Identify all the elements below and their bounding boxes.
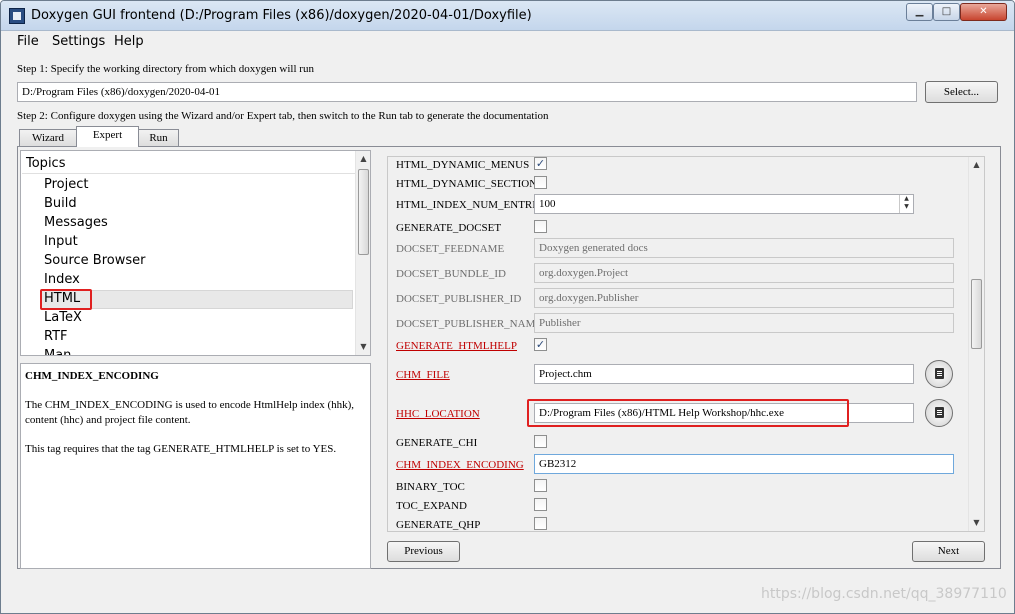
checkbox-html-dynamic-menus[interactable]: ✓: [534, 157, 547, 170]
menu-settings[interactable]: Settings: [52, 34, 105, 49]
scroll-up-arrow-icon[interactable]: ▲: [969, 157, 984, 173]
chm-file-browse-button[interactable]: [925, 360, 953, 388]
docset-publisher-id-field[interactable]: org.doxygen.Publisher: [534, 288, 954, 308]
tab-wizard[interactable]: Wizard: [19, 129, 77, 147]
scroll-down-arrow-icon[interactable]: ▼: [969, 515, 984, 531]
previous-button[interactable]: Previous: [387, 541, 460, 562]
topics-scroll-thumb[interactable]: [358, 169, 369, 255]
label-docset-publisher-name: DOCSET_PUBLISHER_NAME: [396, 318, 543, 330]
checkbox-generate-chi[interactable]: [534, 435, 547, 448]
next-button[interactable]: Next: [912, 541, 985, 562]
label-generate-chi: GENERATE_CHI: [396, 437, 478, 449]
topic-item-index[interactable]: Index: [44, 272, 80, 287]
settings-scrollbar[interactable]: ▲ ▼: [968, 157, 984, 531]
checkbox-generate-qhp[interactable]: [534, 517, 547, 530]
topics-scrollbar[interactable]: ▲ ▼: [355, 151, 370, 355]
help-title: CHM_INDEX_ENCODING: [25, 370, 159, 382]
hhc-location-highlight-box: [527, 399, 849, 427]
html-topic-highlight-box: [40, 289, 92, 310]
watermark: https://blog.csdn.net/qq_38977110: [761, 586, 1007, 602]
label-toc-expand: TOC_EXPAND: [396, 500, 467, 512]
topic-item-latex[interactable]: LaTeX: [44, 310, 82, 325]
topic-item-input[interactable]: Input: [44, 234, 78, 249]
spin-arrows-icon[interactable]: ▲ ▼: [899, 195, 913, 213]
scroll-up-arrow-icon[interactable]: ▲: [356, 151, 370, 167]
minimize-button[interactable]: ▁: [906, 3, 933, 21]
topic-item-source-browser[interactable]: Source Browser: [44, 253, 145, 268]
file-icon: [935, 368, 944, 379]
label-html-index-num-entries: HTML_INDEX_NUM_ENTRIES: [396, 199, 549, 211]
chm-file-field[interactable]: Project.chm: [534, 364, 914, 384]
help-requirement: This tag requires that the tag GENERATE_…: [25, 443, 337, 455]
tab-expert[interactable]: Expert: [76, 126, 139, 147]
label-hhc-location: HHC_LOCATION: [396, 408, 480, 420]
title-bar: Doxygen GUI frontend (D:/Program Files (…: [1, 1, 1014, 31]
html-index-num-entries-spinbox[interactable]: 100: [534, 194, 914, 214]
help-description: The CHM_INDEX_ENCODING is used to encode…: [25, 399, 355, 426]
window-title: Doxygen GUI frontend (D:/Program Files (…: [31, 8, 532, 23]
help-pane: CHM_INDEX_ENCODING The CHM_INDEX_ENCODIN…: [20, 363, 371, 569]
tab-run[interactable]: Run: [138, 129, 179, 147]
topic-item-rtf[interactable]: RTF: [44, 329, 68, 344]
doxygen-window: Doxygen GUI frontend (D:/Program Files (…: [0, 0, 1015, 614]
close-button[interactable]: ✕: [960, 3, 1007, 21]
label-generate-htmlhelp: GENERATE_HTMLHELP: [396, 340, 517, 352]
docset-feedname-field[interactable]: Doxygen generated docs: [534, 238, 954, 258]
hhc-location-browse-button[interactable]: [925, 399, 953, 427]
menu-file[interactable]: File: [17, 34, 39, 49]
doxygen-app-icon: [9, 8, 25, 24]
file-icon: [935, 407, 944, 418]
topic-item-man[interactable]: Man: [44, 348, 71, 355]
maximize-button[interactable]: □: [933, 3, 960, 21]
step2-label: Step 2: Configure doxygen using the Wiza…: [17, 110, 549, 122]
label-html-dynamic-sections: HTML_DYNAMIC_SECTIONS: [396, 178, 544, 190]
checkbox-generate-docset[interactable]: [534, 220, 547, 233]
label-generate-qhp: GENERATE_QHP: [396, 519, 481, 531]
label-html-dynamic-menus: HTML_DYNAMIC_MENUS: [396, 159, 530, 171]
docset-publisher-name-field[interactable]: Publisher: [534, 313, 954, 333]
label-chm-file: CHM_FILE: [396, 369, 450, 381]
label-docset-feedname: DOCSET_FEEDNAME: [396, 243, 505, 255]
checkbox-generate-htmlhelp[interactable]: ✓: [534, 338, 547, 351]
html-settings-panel: HTML_DYNAMIC_MENUS ✓ HTML_DYNAMIC_SECTIO…: [387, 156, 985, 532]
working-directory-input[interactable]: D:/Program Files (x86)/doxygen/2020-04-0…: [17, 82, 917, 102]
label-binary-toc: BINARY_TOC: [396, 481, 465, 493]
chm-index-encoding-field[interactable]: GB2312: [534, 454, 954, 474]
docset-bundle-id-field[interactable]: org.doxygen.Project: [534, 263, 954, 283]
topic-item-build[interactable]: Build: [44, 196, 77, 211]
checkbox-binary-toc[interactable]: [534, 479, 547, 492]
label-chm-index-encoding: CHM_INDEX_ENCODING: [396, 459, 524, 471]
html-index-num-entries-value: 100: [539, 198, 556, 210]
label-docset-bundle-id: DOCSET_BUNDLE_ID: [396, 268, 506, 280]
topic-item-project[interactable]: Project: [44, 177, 88, 192]
label-docset-publisher-id: DOCSET_PUBLISHER_ID: [396, 293, 522, 305]
label-generate-docset: GENERATE_DOCSET: [396, 222, 502, 234]
select-directory-button[interactable]: Select...: [925, 81, 998, 103]
settings-scroll-thumb[interactable]: [971, 279, 982, 349]
menu-help[interactable]: Help: [114, 34, 144, 49]
checkbox-html-dynamic-sections[interactable]: [534, 176, 547, 189]
menu-bar: File Settings Help: [2, 32, 1014, 53]
scroll-down-arrow-icon[interactable]: ▼: [356, 339, 370, 355]
topics-list: Topics Project Build Messages Input Sour…: [20, 150, 371, 356]
topics-header: Topics: [22, 152, 357, 174]
step1-label: Step 1: Specify the working directory fr…: [17, 63, 314, 75]
checkbox-toc-expand[interactable]: [534, 498, 547, 511]
topic-item-messages[interactable]: Messages: [44, 215, 108, 230]
